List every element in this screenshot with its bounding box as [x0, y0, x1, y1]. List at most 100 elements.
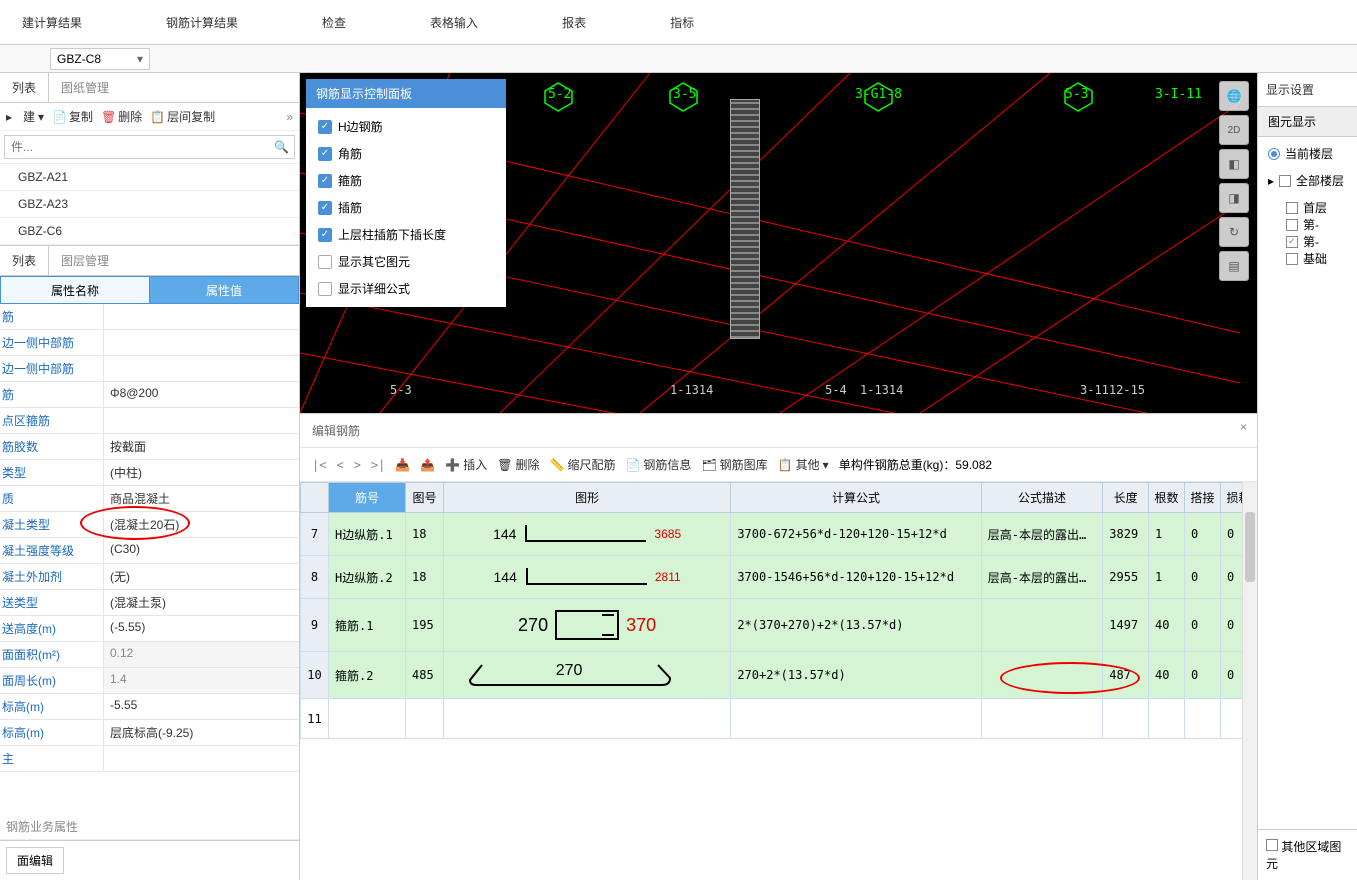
prop-value[interactable]: 按截面: [104, 434, 299, 459]
copy-button[interactable]: 📄复制: [52, 108, 93, 125]
search-input[interactable]: [4, 135, 295, 159]
view-rotate-icon[interactable]: ↻: [1219, 217, 1249, 247]
close-icon[interactable]: ×: [1240, 420, 1247, 434]
prop-value[interactable]: (C30): [104, 538, 299, 563]
rebar-info-button[interactable]: 📄钢筋信息: [625, 456, 691, 473]
col-header[interactable]: 公式描述: [981, 483, 1103, 513]
col-header[interactable]: 图号: [406, 483, 444, 513]
view-globe-icon[interactable]: 🌐: [1219, 81, 1249, 111]
length[interactable]: 2955: [1103, 556, 1149, 599]
menu-report[interactable]: 报表: [550, 8, 598, 37]
layer-copy-button[interactable]: 📋层间复制: [150, 108, 215, 125]
delete-button[interactable]: 🗑删除: [101, 108, 142, 125]
checkbox[interactable]: ✓: [318, 255, 332, 269]
length[interactable]: 487: [1103, 652, 1149, 699]
element-combo[interactable]: GBZ-C8: [50, 48, 150, 70]
nav-first[interactable]: |<: [312, 458, 326, 472]
import-icon[interactable]: 📥: [395, 458, 410, 472]
checkbox[interactable]: [1286, 219, 1298, 231]
fig-no[interactable]: 18: [406, 513, 444, 556]
length[interactable]: 1497: [1103, 599, 1149, 652]
prop-value[interactable]: 商品混凝土: [104, 486, 299, 511]
prop-value[interactable]: (混凝土泵): [104, 590, 299, 615]
col-header[interactable]: [301, 483, 329, 513]
prop-value[interactable]: [104, 304, 299, 329]
fig-no[interactable]: 485: [406, 652, 444, 699]
scrollbar[interactable]: [1242, 482, 1257, 880]
tab-prop-list[interactable]: 列表: [0, 246, 49, 275]
prop-value[interactable]: [104, 330, 299, 355]
fig-no[interactable]: 18: [406, 556, 444, 599]
shape-cell[interactable]: 270: [443, 652, 730, 699]
menu-index[interactable]: 指标: [658, 8, 706, 37]
view-list-icon[interactable]: ▤: [1219, 251, 1249, 281]
tab-drawing-mgmt[interactable]: 图纸管理: [49, 73, 121, 102]
tri-icon[interactable]: ▸: [1268, 174, 1274, 188]
checkbox[interactable]: ✓: [318, 120, 332, 134]
formula-desc[interactable]: 层高-本层的露出…: [981, 513, 1103, 556]
shape-cell[interactable]: 1443685: [443, 513, 730, 556]
prop-value[interactable]: 1.4: [104, 668, 299, 693]
face-edit-button[interactable]: 面编辑: [6, 847, 64, 874]
formula[interactable]: 270+2*(13.57*d): [731, 652, 981, 699]
list-item[interactable]: GBZ-C6: [0, 218, 299, 245]
col-header[interactable]: 计算公式: [731, 483, 981, 513]
col-header[interactable]: 图形: [443, 483, 730, 513]
checkbox-all-floors[interactable]: [1279, 175, 1291, 187]
view-2d-button[interactable]: 2D: [1219, 115, 1249, 145]
formula[interactable]: 3700-1546+56*d-120+120-15+12*d: [731, 556, 981, 599]
scale-button[interactable]: 📏缩尺配筋: [550, 456, 616, 473]
lap[interactable]: 0: [1184, 513, 1220, 556]
tab-list[interactable]: 列表: [0, 73, 49, 102]
rebar-lib-button[interactable]: 🗂钢筋图库: [701, 456, 767, 473]
prop-value[interactable]: [104, 746, 299, 771]
prop-value[interactable]: (中柱): [104, 460, 299, 485]
prop-value[interactable]: 层底标高(-9.25): [104, 720, 299, 745]
list-item[interactable]: GBZ-A21: [0, 164, 299, 191]
prop-value[interactable]: [104, 408, 299, 433]
checkbox[interactable]: ✓: [318, 228, 332, 242]
tab-layer-mgmt[interactable]: 图层管理: [49, 246, 121, 275]
rebar-name[interactable]: H边纵筋.2: [329, 556, 406, 599]
insert-button[interactable]: ➕插入: [445, 456, 487, 473]
element-display-tab[interactable]: 图元显示: [1258, 107, 1357, 137]
checkbox[interactable]: ✓: [318, 201, 332, 215]
count[interactable]: 40: [1148, 599, 1184, 652]
toolbar-more[interactable]: »: [286, 110, 293, 124]
prop-value[interactable]: (无): [104, 564, 299, 589]
menu-build-result[interactable]: 建计算结果: [10, 8, 94, 37]
menu-table-input[interactable]: 表格输入: [418, 8, 490, 37]
checkbox[interactable]: ✓: [318, 282, 332, 296]
radio-current-floor[interactable]: 当前楼层: [1268, 145, 1347, 162]
new-button[interactable]: ▸建 ▾: [6, 108, 44, 125]
viewport-3d[interactable]: 5-2 3-5 3-G1-8 5-3 3-I-11 5-3 1-1314 5-4…: [300, 73, 1257, 413]
fig-no[interactable]: 195: [406, 599, 444, 652]
export-icon[interactable]: 📤: [420, 458, 435, 472]
rebar-name[interactable]: H边纵筋.1: [329, 513, 406, 556]
col-header[interactable]: 搭接: [1184, 483, 1220, 513]
count[interactable]: 1: [1148, 556, 1184, 599]
lap[interactable]: 0: [1184, 556, 1220, 599]
count[interactable]: 1: [1148, 513, 1184, 556]
nav-next[interactable]: >: [354, 458, 361, 472]
formula-desc[interactable]: [981, 652, 1103, 699]
other-button[interactable]: 📋其他 ▾: [778, 456, 829, 473]
formula-desc[interactable]: [981, 599, 1103, 652]
checkbox[interactable]: ✓: [318, 147, 332, 161]
prop-value[interactable]: (混凝土20石): [104, 512, 299, 537]
checkbox[interactable]: [1286, 253, 1298, 265]
checkbox[interactable]: ✓: [318, 174, 332, 188]
menu-rebar-result[interactable]: 钢筋计算结果: [154, 8, 250, 37]
checkbox[interactable]: ✓: [1286, 236, 1298, 248]
checkbox-other-area[interactable]: [1266, 839, 1278, 851]
formula[interactable]: 2*(370+270)+2*(13.57*d): [731, 599, 981, 652]
col-header[interactable]: 长度: [1103, 483, 1149, 513]
view-cube2-icon[interactable]: ◨: [1219, 183, 1249, 213]
prop-value[interactable]: [104, 356, 299, 381]
rebar-name[interactable]: 箍筋.2: [329, 652, 406, 699]
col-header[interactable]: 根数: [1148, 483, 1184, 513]
search-icon[interactable]: 🔍: [274, 140, 289, 154]
shape-cell[interactable]: 270370: [443, 599, 730, 652]
col-header[interactable]: 筋号: [329, 483, 406, 513]
checkbox[interactable]: [1286, 202, 1298, 214]
